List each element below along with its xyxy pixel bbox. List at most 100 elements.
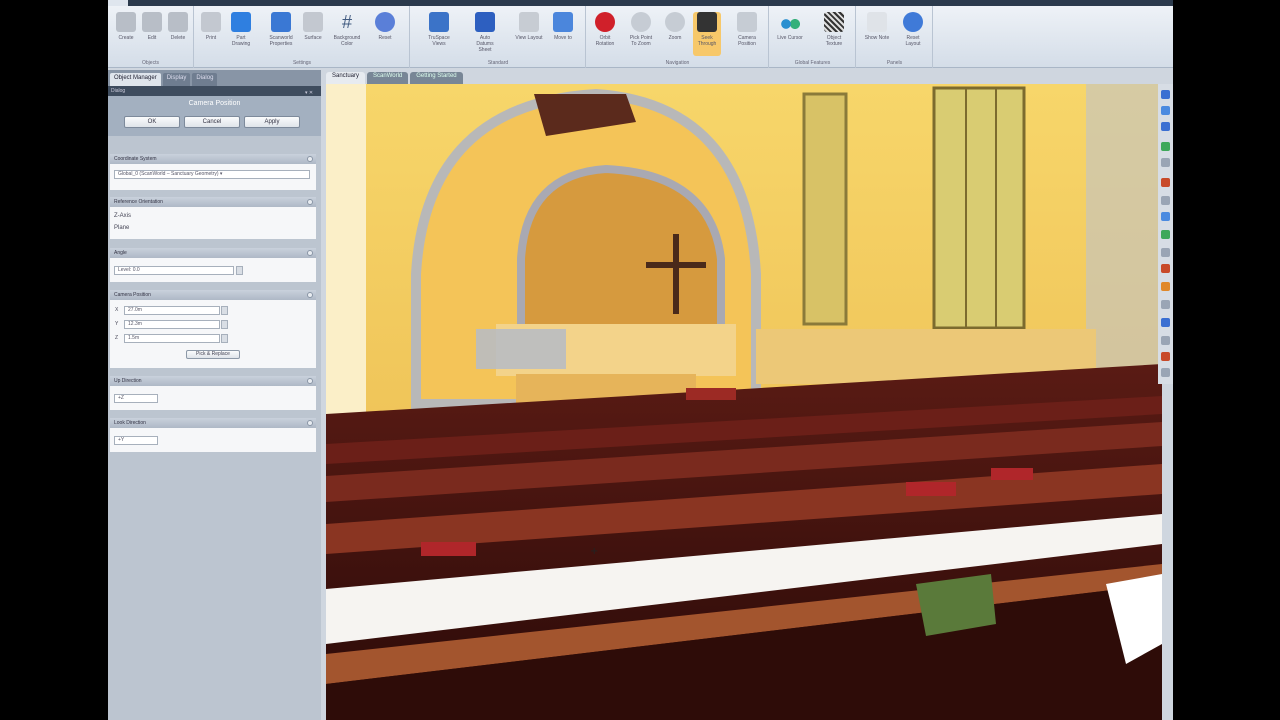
collapse-icon[interactable]: [307, 420, 313, 426]
seek-through-button[interactable]: Seek Through: [693, 12, 721, 56]
tool-icon-16[interactable]: [1161, 352, 1170, 361]
angle-spinner[interactable]: [236, 266, 243, 275]
z-spinner[interactable]: [221, 334, 228, 343]
tool-icon-5[interactable]: [1161, 158, 1170, 167]
pick-point-zoom-button[interactable]: Pick Point To Zoom: [627, 12, 655, 56]
panel-tab-strip: Object Manager Display Dialog: [108, 70, 321, 86]
tool-icon-4[interactable]: [1161, 142, 1170, 151]
coordinate-system-section: Coordinate System Global_0 (ScanWorld – …: [110, 154, 316, 190]
collapse-icon[interactable]: [307, 378, 313, 384]
tool-icon-11[interactable]: [1161, 264, 1170, 273]
view-layout-button[interactable]: View Layout: [515, 12, 543, 56]
tab-display[interactable]: Display: [162, 73, 191, 86]
tool-icon-10[interactable]: [1161, 248, 1170, 257]
collapse-icon[interactable]: [307, 292, 313, 298]
right-toolbar: [1158, 84, 1173, 384]
look-direction-select[interactable]: +Y: [114, 436, 158, 445]
create-button[interactable]: Create: [112, 12, 140, 56]
up-direction-select[interactable]: +Z: [114, 394, 158, 403]
collapse-icon[interactable]: [307, 199, 313, 205]
move-to-button[interactable]: Move to: [549, 12, 577, 56]
section-header[interactable]: Coordinate System: [110, 154, 316, 164]
note-icon: [867, 12, 887, 32]
y-field[interactable]: 12.3m: [124, 320, 220, 329]
section-header[interactable]: Look Direction: [110, 418, 316, 428]
right-gray-wall: [1086, 84, 1162, 394]
dialog-title: Camera Position: [108, 96, 321, 112]
ribbon-group-objects: Create Edit Delete Objects: [108, 6, 194, 68]
delete-icon: [168, 12, 188, 32]
datums-icon: [475, 12, 495, 32]
collapse-icon[interactable]: [307, 156, 313, 162]
show-note-button[interactable]: Show Note: [863, 12, 891, 56]
refresh-icon: [903, 12, 923, 32]
drawing-icon: [231, 12, 251, 32]
ok-button[interactable]: OK: [124, 116, 180, 128]
tool-icon-9[interactable]: [1161, 230, 1170, 239]
part-drawing-button[interactable]: Part Drawing: [227, 12, 255, 56]
tool-icon-2[interactable]: [1161, 106, 1170, 115]
reset-layout-button[interactable]: Reset Layout: [899, 12, 927, 56]
scanworld-properties-button[interactable]: Scanworld Properties: [267, 12, 295, 56]
tab-getting-started[interactable]: Getting Started: [410, 72, 463, 84]
texture-icon: [824, 12, 844, 32]
y-label: Y: [115, 321, 119, 327]
apply-button[interactable]: Apply: [244, 116, 300, 128]
tab-sanctuary[interactable]: Sanctuary: [326, 72, 366, 84]
group-label-standard: Standard: [487, 60, 509, 66]
collapse-icon[interactable]: [307, 250, 313, 256]
angle-field[interactable]: Level: 0.0: [114, 266, 234, 275]
print-button[interactable]: Print: [197, 12, 225, 56]
section-label: Coordinate System: [114, 156, 157, 162]
camera-position-button[interactable]: Camera Position: [733, 12, 761, 56]
cancel-button[interactable]: Cancel: [184, 116, 240, 128]
pick-replace-button[interactable]: Pick & Replace: [186, 350, 240, 359]
section-header[interactable]: Camera Position: [110, 290, 316, 300]
3d-viewport[interactable]: +: [326, 84, 1162, 720]
delete-button[interactable]: Delete: [164, 12, 192, 56]
tab-dialog[interactable]: Dialog: [192, 73, 218, 86]
section-header[interactable]: Angle: [110, 248, 316, 258]
option-plane[interactable]: Plane: [114, 225, 129, 231]
camera-icon: [737, 12, 757, 32]
x-field[interactable]: 27.0m: [124, 306, 220, 315]
coordinate-system-select[interactable]: Global_0 (ScanWorld – Sanctuary Geometry…: [114, 170, 310, 179]
edit-button[interactable]: Edit: [138, 12, 166, 56]
live-cursor-button[interactable]: Live Cursor: [776, 12, 804, 56]
pin-icon[interactable]: ▾ ✕: [305, 88, 317, 96]
panel-header: Dialog ▾ ✕: [108, 86, 321, 96]
up-direction-section: Up Direction +Z: [110, 376, 316, 410]
tool-icon-6[interactable]: [1161, 178, 1170, 187]
tool-icon-17[interactable]: [1161, 368, 1170, 377]
tool-icon-8[interactable]: [1161, 212, 1170, 221]
cross-horizontal: [646, 262, 706, 268]
panel-header-label: Dialog: [111, 88, 126, 94]
tool-icon-15[interactable]: [1161, 336, 1170, 345]
tab-scanworld[interactable]: ScanWorld: [367, 72, 409, 84]
truspace-views-button[interactable]: TruSpace Views: [425, 12, 453, 56]
zoom-button[interactable]: Zoom: [661, 12, 689, 56]
reset-button[interactable]: Reset: [371, 12, 399, 56]
option-z-axis[interactable]: Z-Axis: [114, 213, 131, 219]
tool-icon-13[interactable]: [1161, 300, 1170, 309]
tool-icon-1[interactable]: [1161, 90, 1170, 99]
grid-icon: #: [341, 12, 352, 32]
tool-icon-7[interactable]: [1161, 196, 1170, 205]
crosshair-cursor: +: [590, 546, 598, 557]
surface-button[interactable]: Surface: [299, 12, 327, 56]
section-header[interactable]: Reference Orientation: [110, 197, 316, 207]
tool-icon-3[interactable]: [1161, 122, 1170, 131]
object-texture-button[interactable]: Object Texture: [820, 12, 848, 56]
background-color-button[interactable]: # Background Color: [333, 12, 361, 56]
orbit-rotation-button[interactable]: Orbit Rotation: [591, 12, 619, 56]
tool-icon-14[interactable]: [1161, 318, 1170, 327]
ribbon-group-standard: TruSpace Views Auto Datums Sheet View La…: [411, 6, 586, 68]
tab-object-manager[interactable]: Object Manager: [110, 73, 161, 86]
section-label: Look Direction: [114, 420, 146, 426]
tool-icon-12[interactable]: [1161, 282, 1170, 291]
section-header[interactable]: Up Direction: [110, 376, 316, 386]
x-spinner[interactable]: [221, 306, 228, 315]
y-spinner[interactable]: [221, 320, 228, 329]
z-field[interactable]: 1.5m: [124, 334, 220, 343]
auto-datums-button[interactable]: Auto Datums Sheet: [471, 12, 499, 56]
